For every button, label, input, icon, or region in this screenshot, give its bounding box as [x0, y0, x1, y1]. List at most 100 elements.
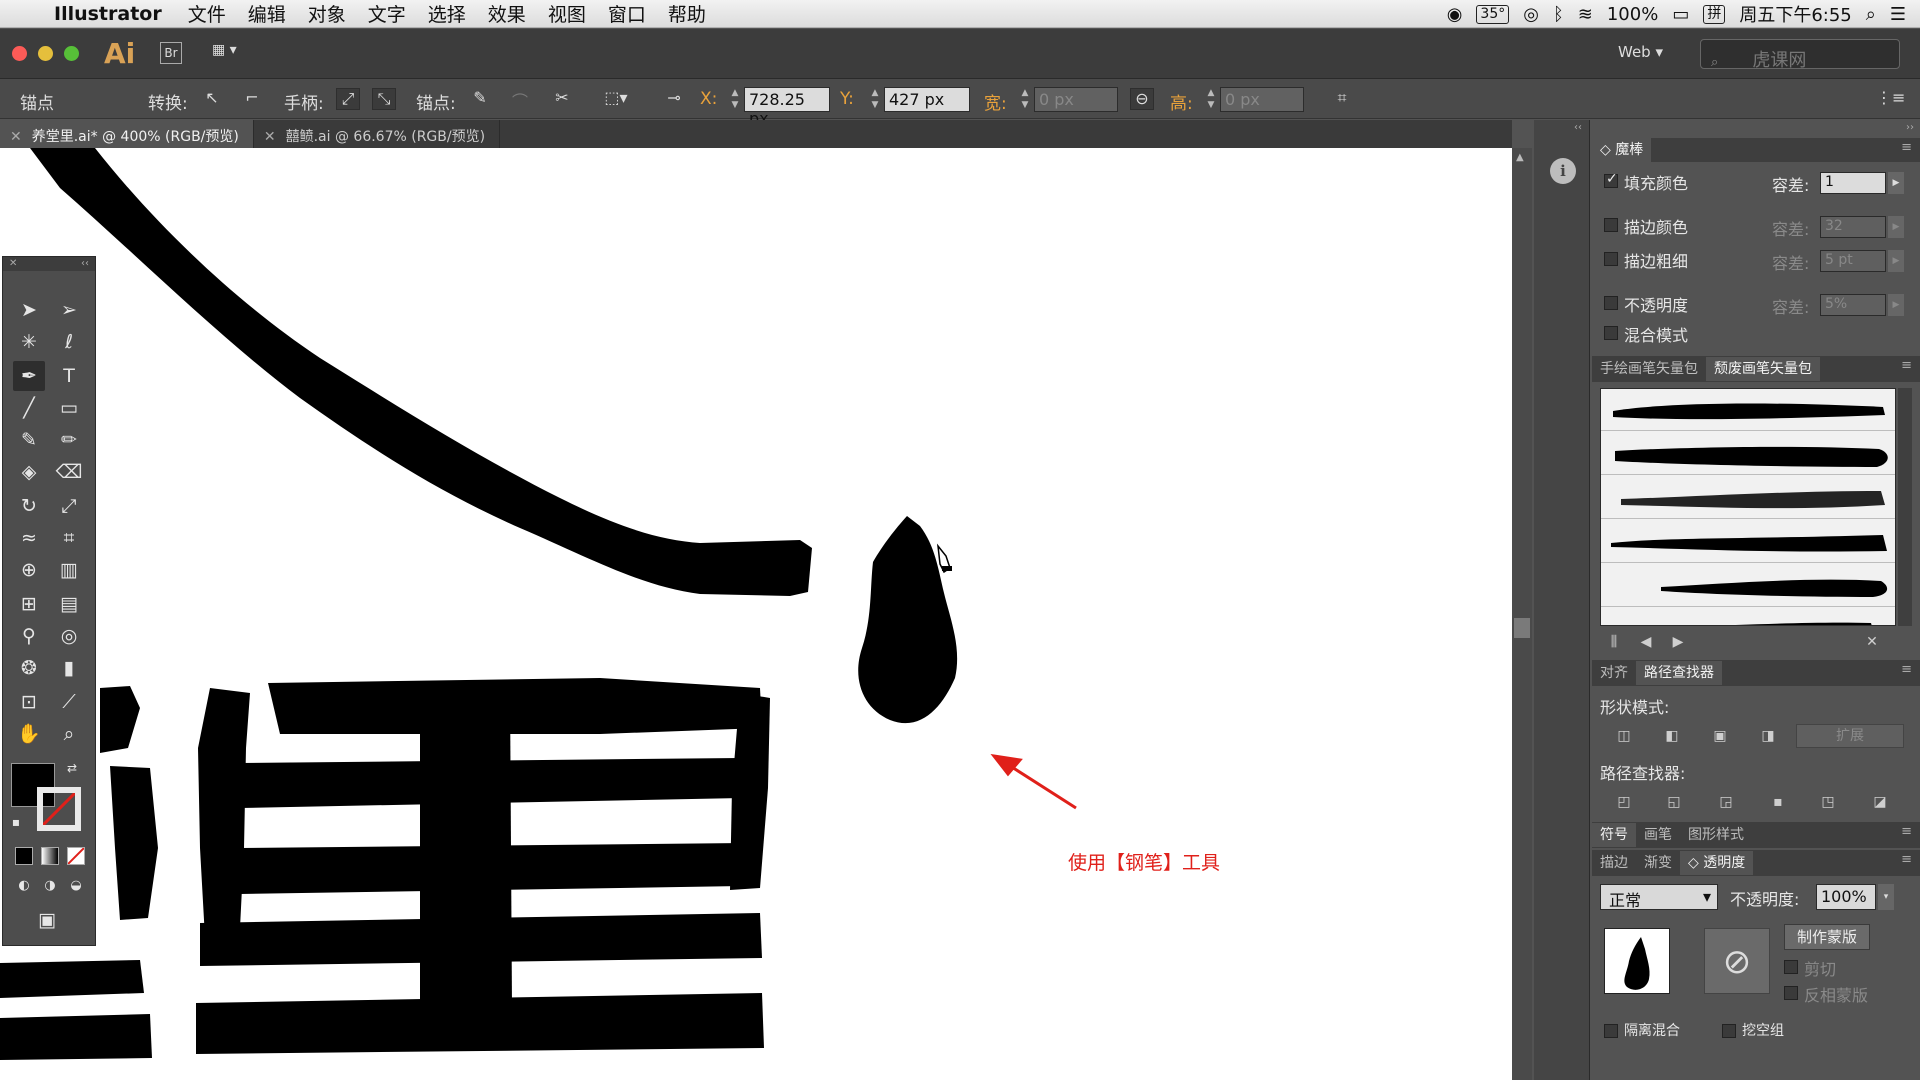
transform-icon[interactable]: ⌗: [1330, 88, 1354, 110]
tab-brushes[interactable]: 画笔: [1636, 823, 1680, 847]
brush-item[interactable]: [1601, 477, 1895, 519]
workspace-switcher[interactable]: Web ▾: [1618, 43, 1663, 61]
column-graph-tool-icon[interactable]: ▮: [53, 653, 85, 683]
hide-handles-icon[interactable]: ⤡: [372, 88, 396, 110]
panel-menu-icon[interactable]: ≡: [1901, 358, 1912, 373]
menu-edit[interactable]: 编辑: [248, 0, 286, 27]
previous-library-icon[interactable]: ◀: [1634, 632, 1658, 652]
gradient-mode-button[interactable]: [41, 847, 59, 865]
tab-document-2[interactable]: ✕ 囍鲼.ai @ 66.67% (RGB/预览): [254, 120, 501, 148]
draw-behind-icon[interactable]: ◑: [39, 875, 61, 897]
stroke-weight-checkbox[interactable]: [1604, 252, 1618, 266]
default-colors-icon[interactable]: ▪: [7, 813, 25, 831]
minus-front-icon[interactable]: ◧: [1660, 726, 1684, 746]
direct-selection-tool-icon[interactable]: ➢: [53, 295, 85, 325]
menu-type[interactable]: 文字: [368, 0, 406, 27]
tab-pathfinder[interactable]: 路径查找器: [1636, 661, 1722, 685]
opacity-checkbox[interactable]: [1604, 296, 1618, 310]
close-tab-icon[interactable]: ✕: [10, 129, 22, 145]
shape-builder-tool-icon[interactable]: ⊕: [13, 555, 45, 585]
outline-icon[interactable]: ◳: [1816, 792, 1840, 812]
width-stepper[interactable]: ▲ ▼: [1018, 87, 1032, 112]
x-field[interactable]: 728.25 px: [744, 87, 830, 128]
exclude-icon[interactable]: ◨: [1756, 726, 1780, 746]
align-anchor-icon[interactable]: ⊸: [662, 88, 686, 110]
menu-effect[interactable]: 效果: [488, 0, 526, 27]
input-method-icon[interactable]: 拼: [1703, 4, 1726, 24]
brush-library-scrollbar[interactable]: [1898, 388, 1912, 626]
invert-mask-checkbox[interactable]: [1784, 986, 1798, 1000]
pen-tool-icon[interactable]: ✒: [13, 361, 45, 391]
draw-normal-icon[interactable]: ◐: [13, 875, 35, 897]
y-field[interactable]: 427 px: [884, 87, 970, 112]
minus-back-icon[interactable]: ◪: [1868, 792, 1892, 812]
fill-tolerance-arrow-icon[interactable]: ▶: [1888, 172, 1904, 194]
show-handles-icon[interactable]: ⤢: [336, 88, 360, 110]
artboard-tool-icon[interactable]: ⊡: [13, 687, 45, 717]
connect-endpoints-icon[interactable]: ⌒: [508, 88, 532, 111]
stroke-color-checkbox[interactable]: [1604, 218, 1618, 232]
battery-icon[interactable]: ▭: [1672, 4, 1689, 25]
cut-path-icon[interactable]: ✂: [550, 88, 574, 110]
scale-tool-icon[interactable]: ⤢: [53, 491, 85, 521]
creative-cloud-icon[interactable]: ◉: [1447, 4, 1463, 25]
menu-select[interactable]: 选择: [428, 0, 466, 27]
tab-hand-drawn-brushes[interactable]: 手绘画笔矢量包: [1592, 357, 1706, 381]
menu-help[interactable]: 帮助: [668, 0, 706, 27]
arrange-documents-button[interactable]: ▦ ▾: [212, 42, 248, 64]
collapse-panel-icon[interactable]: ‹‹: [81, 258, 89, 270]
gradient-tool-icon[interactable]: ▤: [53, 589, 85, 619]
color-mode-button[interactable]: [15, 847, 33, 865]
notification-center-icon[interactable]: ☰: [1890, 4, 1906, 25]
tab-stroke[interactable]: 描边: [1592, 851, 1636, 875]
x-stepper[interactable]: ▲ ▼: [728, 87, 742, 112]
slice-tool-icon[interactable]: ⟋: [53, 687, 85, 717]
tab-document-1[interactable]: ✕ 养堂里.ai* @ 400% (RGB/预览): [0, 120, 254, 148]
tab-transparency[interactable]: ◇ 透明度: [1680, 851, 1754, 875]
mesh-tool-icon[interactable]: ⊞: [13, 589, 45, 619]
isolate-blending-checkbox[interactable]: [1604, 1024, 1618, 1038]
stroke-color-swatch[interactable]: [37, 787, 81, 831]
brush-item[interactable]: [1601, 609, 1895, 625]
brush-libraries-menu-icon[interactable]: ⫼: [1602, 632, 1626, 652]
stroke-tolerance-arrow-icon[interactable]: ▶: [1888, 216, 1904, 238]
height-field[interactable]: 0 px: [1220, 87, 1304, 112]
screen-mode-icon[interactable]: ▣: [31, 905, 63, 935]
close-panel-icon[interactable]: ✕: [9, 258, 17, 270]
clip-checkbox[interactable]: [1784, 960, 1798, 974]
opacity-tolerance-field[interactable]: 5%: [1820, 294, 1886, 316]
brush-item[interactable]: [1601, 565, 1895, 607]
symbol-sprayer-tool-icon[interactable]: ❂: [13, 653, 45, 683]
collapse-dock-icon[interactable]: ››: [1906, 122, 1914, 133]
no-mask-icon[interactable]: ⊘: [1704, 928, 1770, 994]
unite-icon[interactable]: ◫: [1612, 726, 1636, 746]
menu-file[interactable]: 文件: [188, 0, 226, 27]
eyedropper-tool-icon[interactable]: ⚲: [13, 621, 45, 651]
blend-mode-checkbox[interactable]: [1604, 326, 1618, 340]
remove-anchor-icon[interactable]: ✎: [468, 88, 492, 110]
crop-icon[interactable]: ▪: [1766, 792, 1790, 812]
panel-menu-icon[interactable]: ≡: [1901, 662, 1912, 677]
tab-grunge-brushes[interactable]: 颓废画笔矢量包: [1706, 357, 1820, 381]
bluetooth-icon[interactable]: ᛒ: [1553, 4, 1564, 25]
next-library-icon[interactable]: ▶: [1666, 632, 1690, 652]
stroke-tolerance-field[interactable]: 32: [1820, 216, 1886, 238]
eraser-tool-icon[interactable]: ⌫: [53, 457, 85, 487]
fill-color-checkbox[interactable]: [1604, 171, 1618, 188]
tab-magic-wand[interactable]: ◇ 魔棒: [1592, 138, 1652, 162]
close-tab-icon[interactable]: ✕: [264, 129, 276, 145]
zoom-tool-icon[interactable]: ⌕: [53, 719, 85, 749]
wifi-icon[interactable]: ≋: [1578, 4, 1593, 25]
clock[interactable]: 周五下午6:55: [1739, 1, 1851, 27]
tab-symbols[interactable]: 符号: [1592, 823, 1636, 847]
tab-align[interactable]: 对齐: [1592, 661, 1636, 685]
none-mode-button[interactable]: [67, 847, 85, 865]
warp-tool-icon[interactable]: ≈: [13, 523, 45, 553]
opacity-tolerance-arrow-icon[interactable]: ▶: [1888, 294, 1904, 316]
intersect-icon[interactable]: ▣: [1708, 726, 1732, 746]
panel-menu-icon[interactable]: ≡: [1901, 824, 1912, 839]
tab-gradient[interactable]: 渐变: [1636, 851, 1680, 875]
remove-brush-icon[interactable]: ✕: [1860, 632, 1884, 652]
zoom-window-button[interactable]: [64, 46, 79, 61]
magic-wand-tool-icon[interactable]: ✳: [13, 327, 45, 357]
